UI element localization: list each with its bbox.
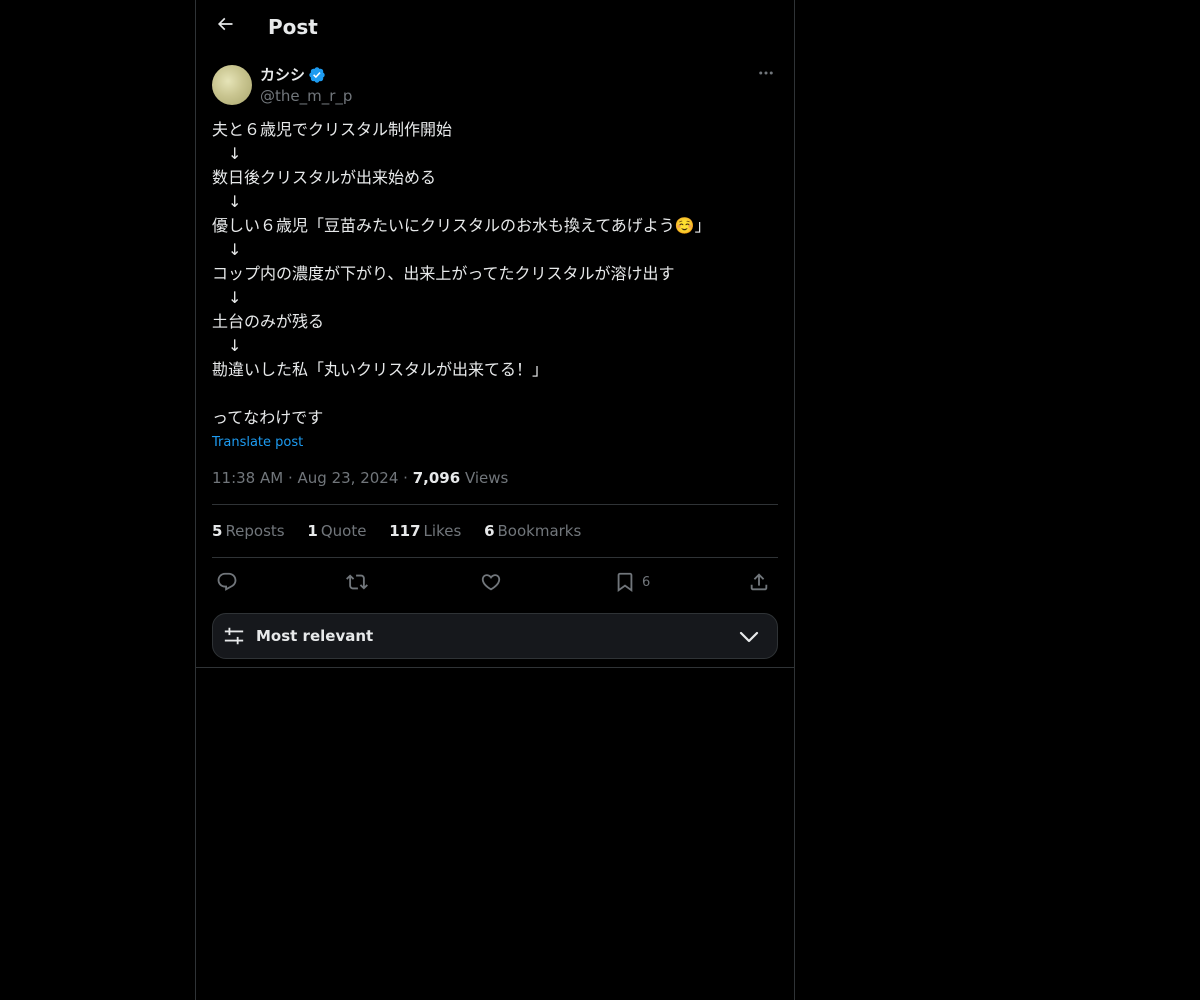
more-dots-icon <box>757 64 775 86</box>
post-text-line: 数日後クリスタルが出来始める <box>212 168 437 187</box>
meta-separator: · <box>403 469 413 487</box>
more-options-button[interactable] <box>754 65 778 85</box>
quotes-label: Quote <box>320 522 367 540</box>
post-text-line <box>212 382 778 406</box>
likes-stat[interactable]: 117 Likes <box>389 522 461 540</box>
share-icon <box>748 571 770 593</box>
post-text-line: 勘違いした私「丸いクリスタルが出来てる！」 <box>212 360 549 379</box>
repost-button[interactable] <box>346 568 368 596</box>
reply-sort-selector[interactable]: Most relevant <box>212 613 778 659</box>
sliders-icon <box>223 625 245 651</box>
post-actions: 6 <box>212 568 778 596</box>
quotes-count: 1 <box>307 522 318 540</box>
author-handle[interactable]: @the_m_r_p <box>260 86 352 106</box>
author-display-name[interactable]: カシシ <box>260 65 326 85</box>
post-text-line: 優しい６歳児「豆苗みたいにクリスタルのお水も換えてあげよう☺️」 <box>212 216 711 235</box>
divider <box>196 667 794 668</box>
post-text-line: ってなわけです <box>212 408 324 427</box>
author-name-text: カシシ <box>260 66 306 84</box>
bookmark-icon <box>614 571 636 593</box>
back-button[interactable] <box>208 9 242 43</box>
reposts-label: Reposts <box>225 522 285 540</box>
reposts-stat[interactable]: 5 Reposts <box>212 522 285 540</box>
post-time[interactable]: 11:38 AM <box>212 469 283 487</box>
bookmarks-stat[interactable]: 6 Bookmarks <box>484 522 581 540</box>
like-button[interactable] <box>480 568 502 596</box>
post-text-line: ↓ <box>212 288 242 307</box>
bookmark-action-count: 6 <box>642 574 651 590</box>
views-count: 7,096 <box>412 469 461 487</box>
post-text-line: コップ内の濃度が下がり、出来上がってたクリスタルが溶け出す <box>212 264 675 283</box>
bookmark-button[interactable]: 6 <box>614 568 650 596</box>
post-text-line: ↓ <box>212 240 242 259</box>
sort-label: Most relevant <box>256 627 374 645</box>
meta-separator: · <box>287 469 298 487</box>
reposts-count: 5 <box>212 522 223 540</box>
post-text-line: 夫と６歳児でクリスタル制作開始 <box>212 120 453 139</box>
post-meta: 11:38 AM · Aug 23, 2024 · 7,096 Views <box>212 468 508 488</box>
post-text-line: ↓ <box>212 336 242 355</box>
verified-badge-icon <box>308 66 326 84</box>
likes-label: Likes <box>423 522 462 540</box>
bookmarks-label: Bookmarks <box>497 522 582 540</box>
heart-icon <box>480 571 502 593</box>
post-date[interactable]: Aug 23, 2024 <box>298 469 399 487</box>
post-text-line: ↓ <box>212 192 242 211</box>
repost-icon <box>346 571 368 593</box>
views-label: Views <box>464 469 509 487</box>
engagement-stats: 5 Reposts 1 Quote 117 Likes 6 Bookmarks <box>212 521 599 541</box>
post-text-line: ↓ <box>212 144 242 163</box>
likes-count: 117 <box>389 522 421 540</box>
avatar[interactable] <box>212 65 252 105</box>
arrow-left-icon <box>215 14 235 38</box>
divider <box>212 504 778 505</box>
page-header: Post <box>196 0 794 53</box>
post-column: Post カシシ @the_m_r_p 夫と６歳児でクリスタル制作開始 ↓ 数日… <box>195 0 795 1000</box>
reply-button[interactable] <box>216 568 238 596</box>
post-text-line: 土台のみが残る <box>212 312 325 331</box>
translate-post-link[interactable]: Translate post <box>212 433 303 453</box>
post-author: カシシ @the_m_r_p <box>212 65 778 107</box>
post-text: 夫と６歳児でクリスタル制作開始 ↓ 数日後クリスタルが出来始める ↓ 優しい６歳… <box>212 118 778 430</box>
bookmarks-count: 6 <box>484 522 495 540</box>
reply-icon <box>216 571 238 593</box>
share-button[interactable] <box>748 568 770 596</box>
quotes-stat[interactable]: 1 Quote <box>307 522 366 540</box>
chevron-down-icon <box>739 628 759 650</box>
divider <box>212 557 778 558</box>
page-title: Post <box>268 15 318 39</box>
